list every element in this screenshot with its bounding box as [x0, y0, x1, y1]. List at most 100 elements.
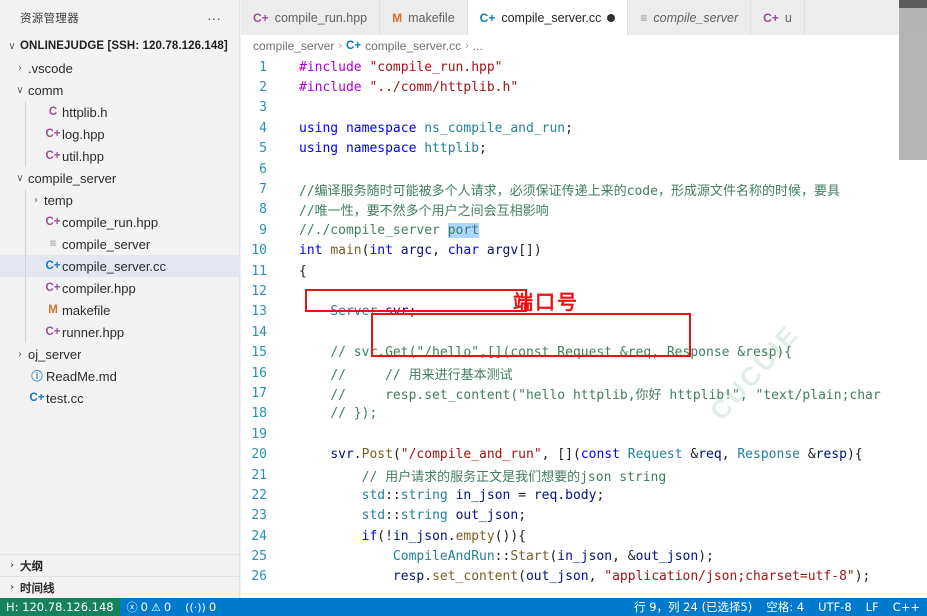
tree-item-comm[interactable]: ∨ comm	[0, 79, 239, 101]
tree-item-label: log.hpp	[62, 126, 105, 142]
editor-tab-compile_server.cc[interactable]: C+ compile_server.cc	[467, 0, 629, 35]
code-line[interactable]: 22 std::string in_json = req.body;	[241, 485, 927, 505]
tree-item-label: test.cc	[46, 390, 84, 406]
editor-tab-makefile[interactable]: Mmakefile	[380, 0, 468, 35]
breadcrumb-symbol[interactable]: ...	[473, 39, 483, 53]
line-number: 24	[251, 528, 267, 544]
code-line[interactable]: 9 //./compile_server port	[241, 220, 927, 240]
code-editor[interactable]: 1 #include "compile_run.hpp" 2 #include "..…	[241, 57, 927, 598]
cpp-source-icon: C+	[29, 392, 45, 404]
tab-file-icon: C+	[253, 10, 269, 25]
language-mode[interactable]: C++	[886, 600, 927, 614]
tree-item-label: ONLINEJUDGE [SSH: 120.78.126.148]	[20, 40, 228, 52]
code-line[interactable]: 1 #include "compile_run.hpp"	[241, 57, 927, 77]
tree-item-compile_run.hpp[interactable]: C+ compile_run.hpp	[0, 211, 239, 233]
line-number: 21	[251, 467, 267, 483]
code-line[interactable]: 18 // });	[241, 404, 927, 424]
indent-guide	[25, 233, 26, 255]
tree-item-onlinejudgessh120.78.126.148[interactable]: ∨ ONLINEJUDGE [SSH: 120.78.126.148]	[0, 35, 239, 57]
tree-item-makefile[interactable]: Mmakefile	[0, 299, 239, 321]
tab-label: u	[784, 10, 792, 25]
code-line[interactable]: 13 Server svr;	[241, 302, 927, 322]
eol-setting[interactable]: LF	[859, 600, 886, 614]
editor-area: C+ compile_run.hpp Mmakefile C+ compile_serv…	[241, 0, 927, 598]
tree-item-compiler.hpp[interactable]: C+ compiler.hpp	[0, 277, 239, 299]
tree-item-label: comm	[28, 82, 64, 98]
radio-tower-status[interactable]: ((·)) 0	[178, 600, 223, 614]
line-number: 18	[251, 406, 267, 422]
status-bar: H: 120.78.126.148 ⓧ 0 ⚠ 0 ((·)) 0 行 9，列 …	[0, 598, 927, 616]
code-text: using namespace ns_compile_and_run;	[299, 120, 573, 136]
tree-item-.vscode[interactable]: › .vscode	[0, 57, 239, 79]
tree-item-httplib.h[interactable]: Chttplib.h	[0, 101, 239, 123]
tree-item-temp[interactable]: › temp	[0, 189, 239, 211]
explorer-header: 资源管理器 ···	[0, 0, 239, 35]
code-line[interactable]: 3	[241, 98, 927, 118]
line-number: 11	[251, 263, 267, 279]
code-line[interactable]: 5 using namespace httplib;	[241, 139, 927, 159]
editor-tab-u[interactable]: C+ u	[751, 0, 805, 35]
code-line[interactable]: 20 svr.Post("/compile_and_run", [](const…	[241, 444, 927, 464]
breadcrumb: compile_server › C+ compile_server.cc › …	[241, 35, 927, 57]
code-line[interactable]: 8 //唯一性，要不然多个用户之间会互相影响	[241, 200, 927, 220]
code-line[interactable]: 15 // svr.Get("/hello",[](const Request …	[241, 342, 927, 362]
panel-timeline[interactable]: › 时间线	[0, 576, 239, 598]
code-line[interactable]: 6	[241, 159, 927, 179]
tree-item-compile_server[interactable]: ∨ compile_server	[0, 167, 239, 189]
code-text: svr.Post("/compile_and_run", [](const Re…	[330, 447, 863, 463]
code-line[interactable]: 10 int main(int argc, char argv[])	[241, 241, 927, 261]
line-number: 22	[251, 487, 267, 503]
code-line[interactable]: 16 // // 用来进行基本测试	[241, 363, 927, 383]
indent-setting[interactable]: 空格: 4	[759, 599, 811, 615]
chevron-down-icon[interactable]: ∨	[12, 173, 28, 184]
breadcrumb-file[interactable]: compile_server.cc	[365, 39, 461, 53]
code-line[interactable]: 23 std::string out_json;	[241, 506, 927, 526]
code-line[interactable]: 14	[241, 322, 927, 342]
chevron-right-icon[interactable]: ›	[12, 63, 28, 74]
code-text: //./compile_server port	[299, 222, 480, 238]
code-line[interactable]: 7 //编译服务随时可能被多个人请求，必须保证传递上来的code，形成源文件名称的…	[241, 179, 927, 199]
code-line[interactable]: 12	[241, 281, 927, 301]
code-line[interactable]: 26 resp.set_content(out_json, "applicati…	[241, 567, 927, 587]
indent-guide	[25, 321, 26, 343]
tree-item-runner.hpp[interactable]: C+ runner.hpp	[0, 321, 239, 343]
chevron-right-icon[interactable]: ›	[28, 195, 44, 206]
code-line[interactable]: 25 CompileAndRun::Start(in_json, &out_js…	[241, 546, 927, 566]
code-line[interactable]: 4 using namespace ns_compile_and_run;	[241, 118, 927, 138]
more-actions-icon[interactable]: ···	[207, 11, 233, 25]
code-line[interactable]: 21 // 用户请求的服务正文是我们想要的json string	[241, 465, 927, 485]
code-line[interactable]: 11 {	[241, 261, 927, 281]
tree-item-oj_server[interactable]: › oj_server	[0, 343, 239, 365]
code-line[interactable]: 2 #include "../comm/httplib.h"	[241, 77, 927, 97]
code-line[interactable]: 17 // resp.set_content("hello httplib,你好…	[241, 383, 927, 403]
tab-dirty-indicator-icon[interactable]	[607, 13, 616, 22]
line-number: 1	[259, 59, 267, 75]
line-number: 8	[259, 202, 267, 218]
encoding-setting[interactable]: UTF-8	[811, 600, 859, 614]
warning-icon: ⚠	[150, 600, 161, 614]
tree-item-compile_server[interactable]: ≡ compile_server	[0, 233, 239, 255]
cursor-position[interactable]: 行 9，列 24 (已选择5)	[627, 599, 759, 615]
tree-item-readme.md[interactable]: ⓘ ReadMe.md	[0, 365, 239, 387]
tab-file-icon: M	[392, 10, 403, 25]
tree-item-log.hpp[interactable]: C+ log.hpp	[0, 123, 239, 145]
chevron-down-icon[interactable]: ∨	[4, 41, 20, 52]
chevron-down-icon[interactable]: ∨	[12, 85, 28, 96]
breadcrumb-folder[interactable]: compile_server	[253, 39, 334, 53]
tree-item-test.cc[interactable]: C+ test.cc	[0, 387, 239, 409]
line-number: 14	[251, 324, 267, 340]
tree-item-compile_server.cc[interactable]: C+ compile_server.cc	[0, 255, 239, 277]
tree-item-util.hpp[interactable]: C+ util.hpp	[0, 145, 239, 167]
problems-errors[interactable]: ⓧ 0 ⚠ 0	[120, 599, 179, 615]
code-line[interactable]: 24 if(!in_json.empty()){	[241, 526, 927, 546]
editor-tab-compile_run.hpp[interactable]: C+ compile_run.hpp	[241, 0, 381, 35]
sidebar-bottom-panels: › 大纲 › 时间线	[0, 554, 239, 598]
error-icon: ⓧ	[126, 601, 138, 614]
remote-host-indicator[interactable]: H: 120.78.126.148	[0, 598, 120, 616]
line-number: 25	[251, 549, 267, 565]
code-line[interactable]: 19	[241, 424, 927, 444]
file-tree: ∨ ONLINEJUDGE [SSH: 120.78.126.148] › .vsco…	[0, 35, 239, 409]
editor-tab-compile_server[interactable]: ≡ compile_server	[628, 0, 752, 35]
chevron-right-icon[interactable]: ›	[12, 349, 28, 360]
panel-outline[interactable]: › 大纲	[0, 554, 239, 576]
